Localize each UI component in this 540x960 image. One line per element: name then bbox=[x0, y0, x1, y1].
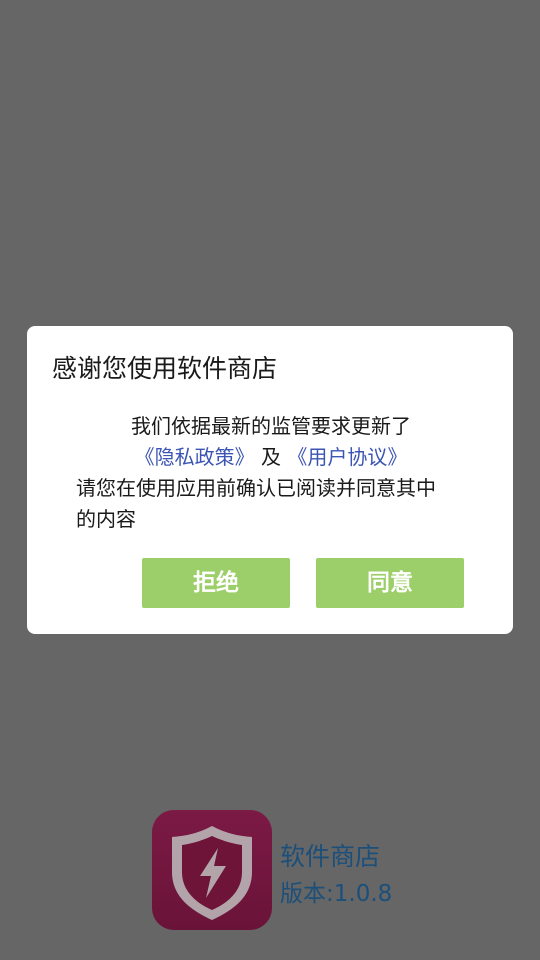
and-text: 及 bbox=[261, 445, 281, 469]
agree-button[interactable]: 同意 bbox=[316, 558, 464, 608]
dialog-title: 感谢您使用软件商店 bbox=[52, 354, 278, 383]
body-line-2: 《隐私政策》 及 《用户协议》 bbox=[76, 442, 466, 473]
privacy-consent-dialog: 感谢您使用软件商店 我们依据最新的监管要求更新了 《隐私政策》 及 《用户协议》… bbox=[27, 326, 513, 634]
dialog-body: 我们依据最新的监管要求更新了 《隐私政策》 及 《用户协议》 请您在使用应用前确… bbox=[76, 411, 466, 535]
reject-button[interactable]: 拒绝 bbox=[142, 558, 290, 608]
user-agreement-link[interactable]: 《用户协议》 bbox=[287, 445, 407, 469]
app-version: 版本:1.0.8 bbox=[280, 881, 393, 907]
body-line-3: 请您在使用应用前确认已阅读并同意其中 bbox=[76, 476, 436, 500]
splash-footer: 软件商店 版本:1.0.8 bbox=[152, 810, 452, 930]
body-line-4: 的内容 bbox=[76, 507, 136, 531]
shield-lightning-icon bbox=[152, 810, 272, 930]
privacy-policy-link[interactable]: 《隐私政策》 bbox=[135, 445, 255, 469]
app-name: 软件商店 bbox=[280, 842, 381, 871]
body-line-1: 我们依据最新的监管要求更新了 bbox=[131, 414, 411, 438]
screen: 软件商店 版本:1.0.8 感谢您使用软件商店 我们依据最新的监管要求更新了 《… bbox=[0, 0, 540, 960]
